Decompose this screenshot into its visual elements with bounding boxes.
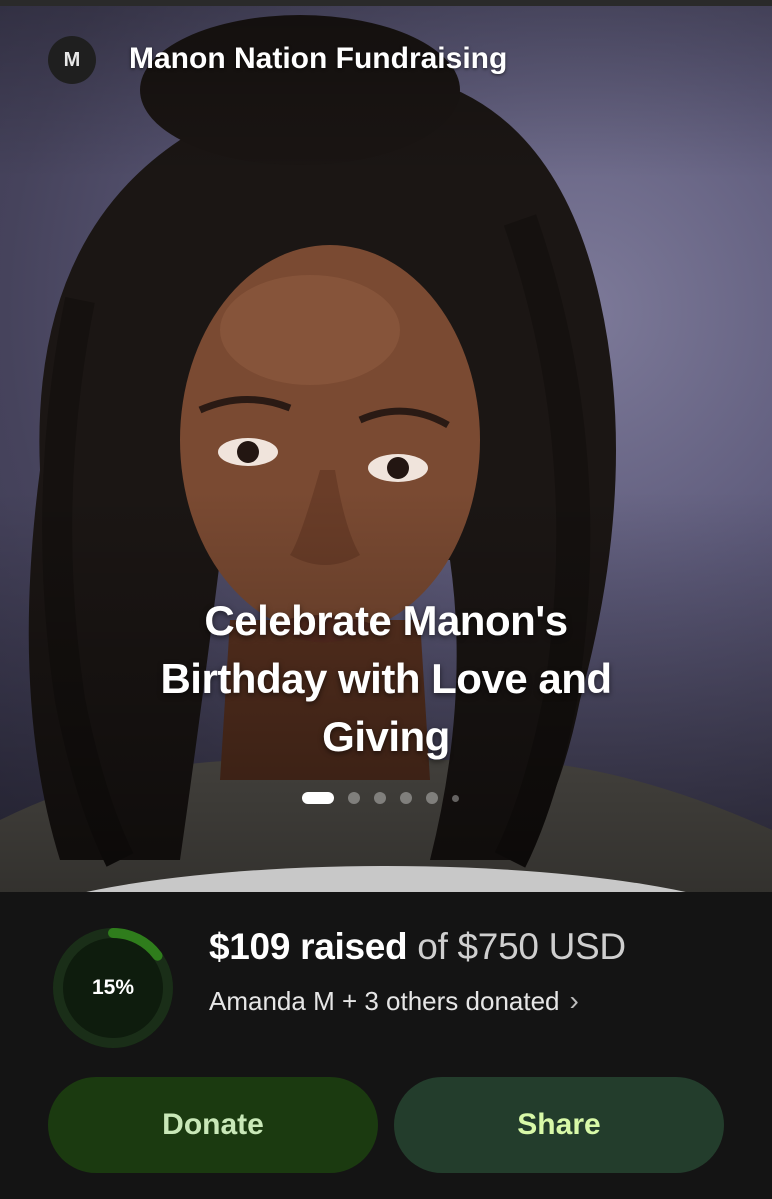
carousel-indicator[interactable] <box>302 792 459 804</box>
carousel-dot-6[interactable] <box>452 794 459 802</box>
org-avatar[interactable]: M <box>48 36 96 84</box>
donors-link[interactable]: Amanda M + 3 others donated › <box>209 985 579 1017</box>
share-button[interactable]: Share <box>394 1077 724 1173</box>
fundraiser-title: Celebrate Manon's Birthday with Love and… <box>160 597 612 760</box>
org-name[interactable]: Manon Nation Fundraising <box>129 42 507 76</box>
amount-raised: $109 raised of $750 USD <box>209 926 626 968</box>
chevron-right-icon: › <box>569 985 579 1016</box>
progress-percent: 15% <box>91 976 135 999</box>
carousel-dot-4[interactable] <box>400 792 412 804</box>
carousel-dot-2[interactable] <box>348 792 360 804</box>
donors-text: Amanda M + 3 others donated <box>209 985 560 1016</box>
donate-button[interactable]: Donate <box>48 1077 378 1173</box>
carousel-dot-5[interactable] <box>426 792 438 804</box>
goal-amount: of $750 USD <box>417 926 626 967</box>
status-strip <box>0 0 772 6</box>
carousel-dot-1[interactable] <box>302 792 334 804</box>
carousel-dot-3[interactable] <box>374 792 386 804</box>
raised-amount: $109 raised <box>209 926 408 967</box>
